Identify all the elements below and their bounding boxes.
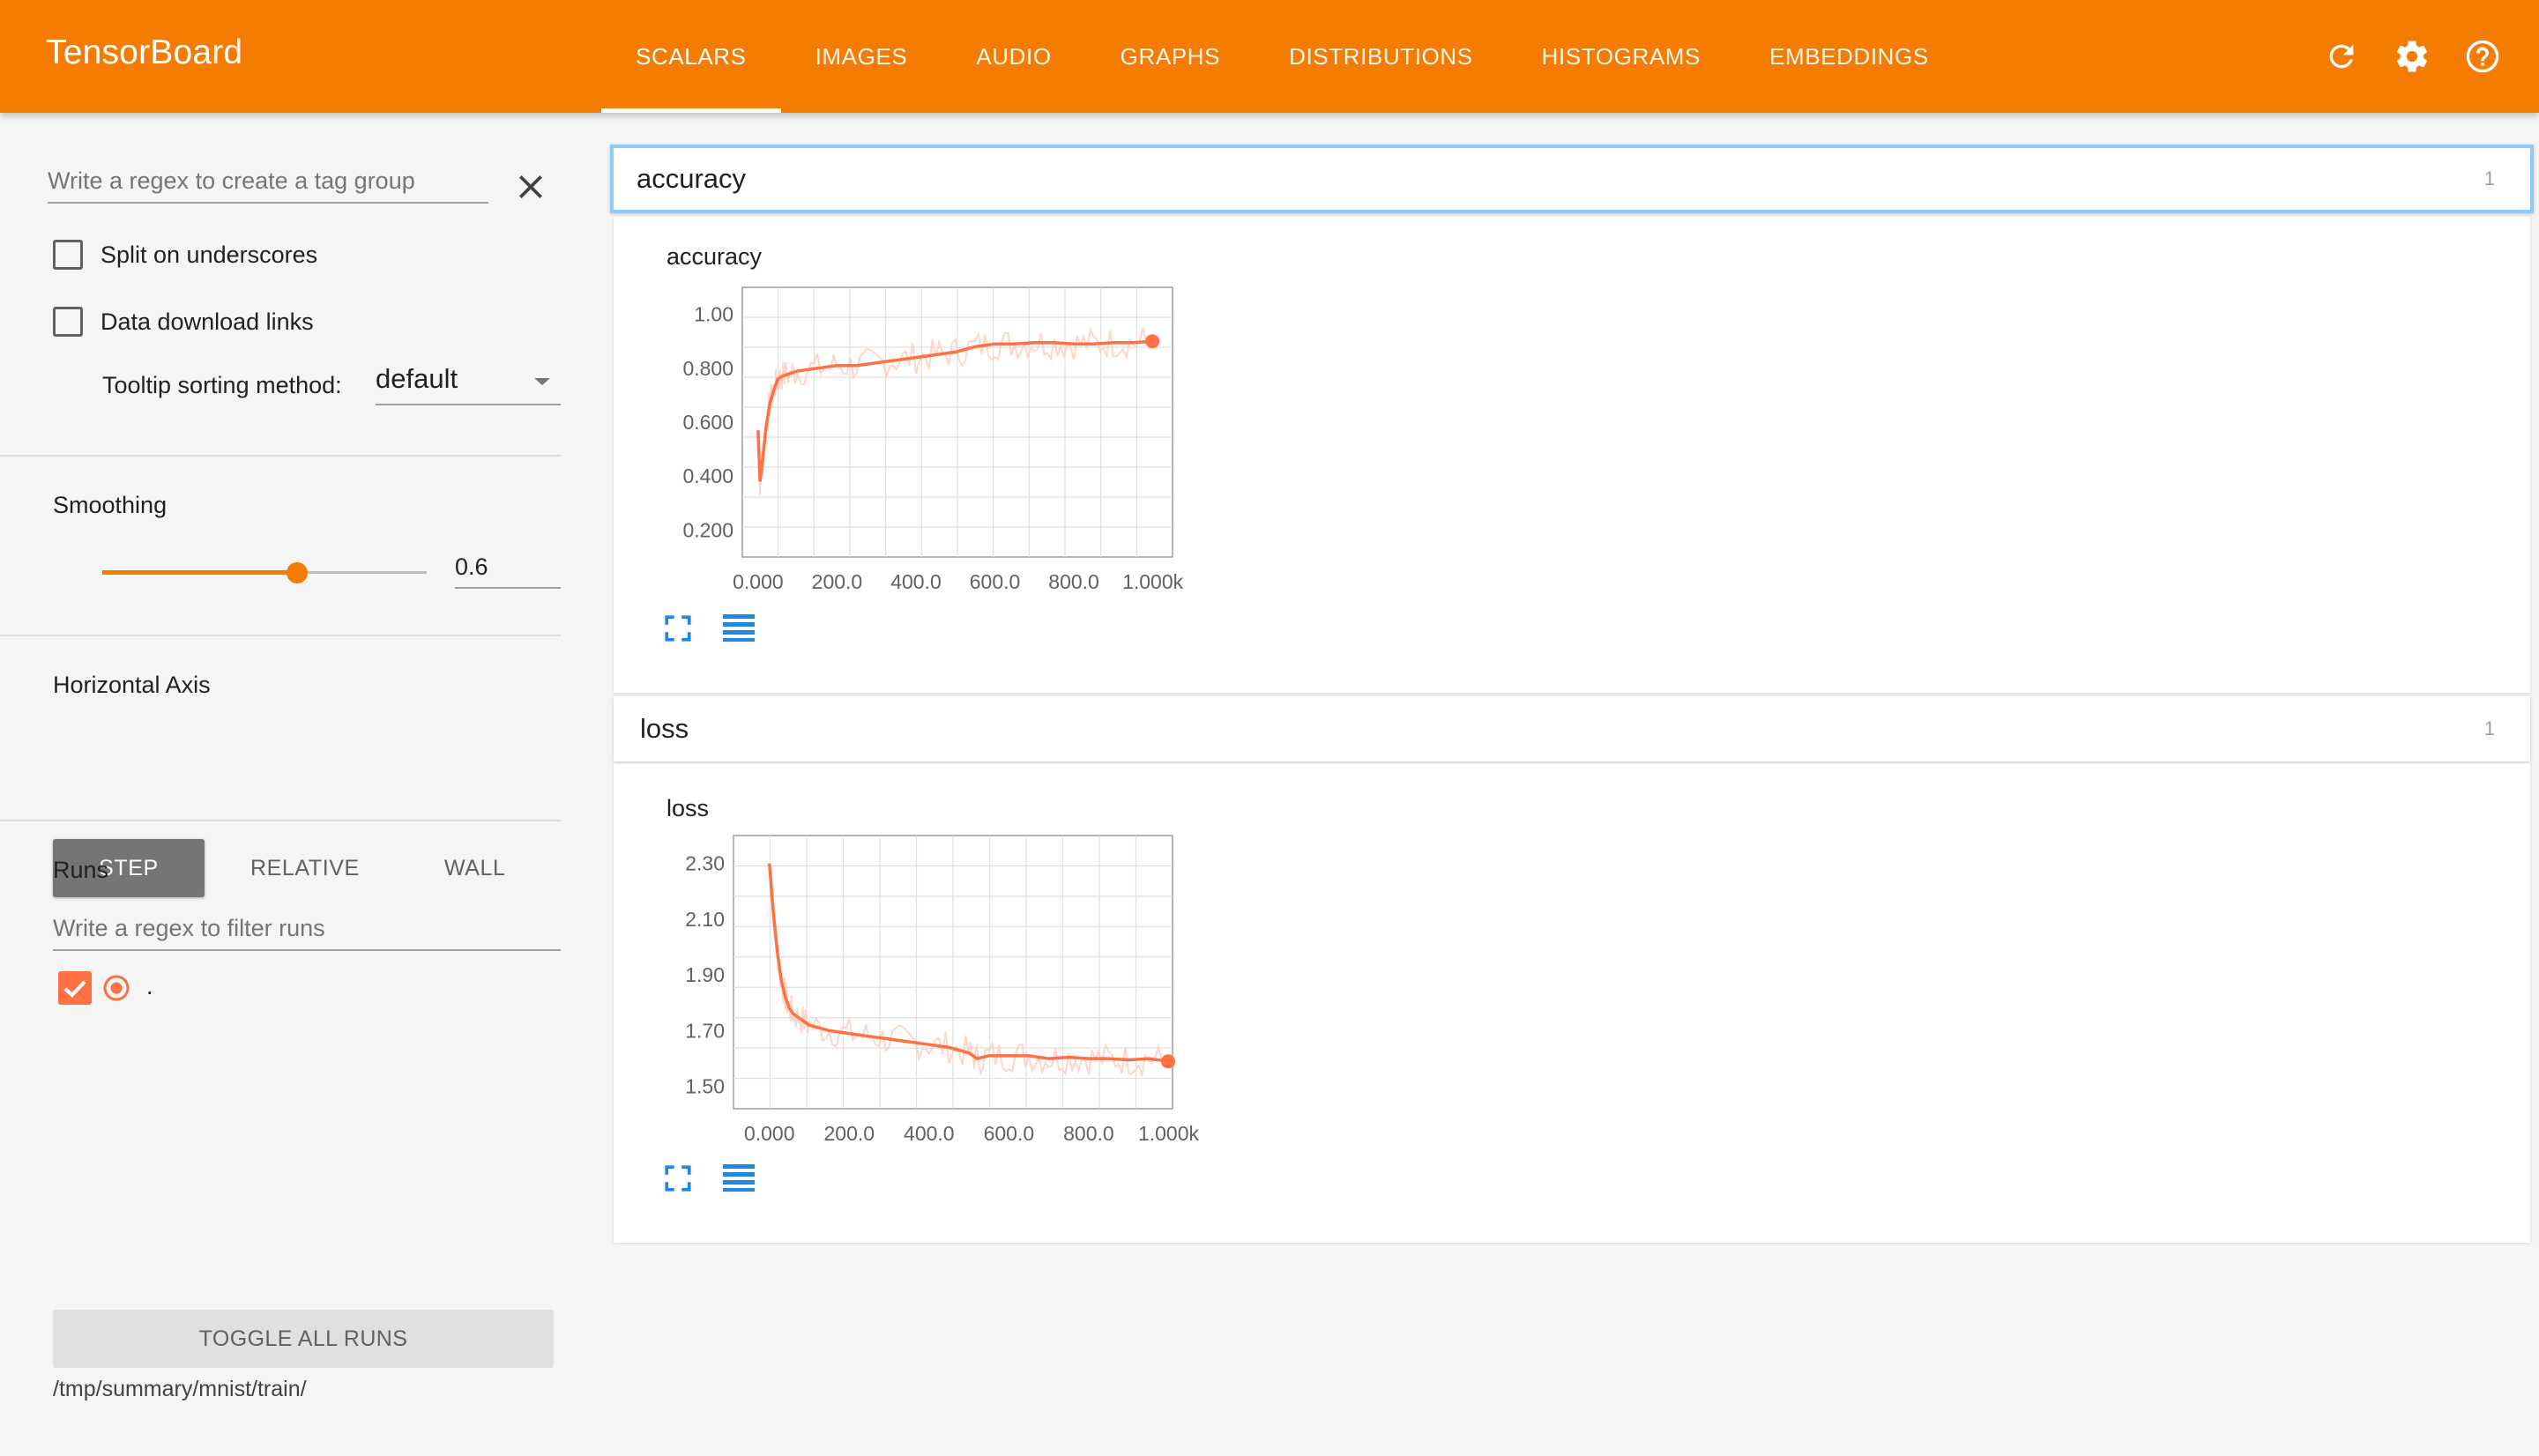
tag-group-regex-input[interactable]: Write a regex to create a tag group (48, 167, 488, 204)
x-tick-label: 600.0 (970, 570, 1021, 593)
app-title: TensorBoard (46, 33, 243, 71)
loss-line-chart[interactable]: 2.30 2.10 1.90 1.70 1.50 0.000 200.0 400.0 600.0… (614, 820, 1231, 1155)
y-tick-label: 2.10 (685, 908, 725, 931)
dashboard-tabs: SCALARS IMAGES AUDIO GRAPHS DISTRIBUTION… (601, 0, 1963, 113)
smoothing-label: Smoothing (53, 492, 168, 518)
divider (0, 820, 561, 821)
x-tick-label: 600.0 (984, 1122, 1035, 1145)
x-tick-label: 1.000k (1138, 1122, 1200, 1145)
y-tick-label: 1.50 (685, 1075, 725, 1098)
fullscreen-icon[interactable] (663, 613, 693, 643)
x-tick-label: 1.000k (1122, 570, 1184, 593)
x-tick-label: 400.0 (890, 570, 942, 593)
sidebar: Write a regex to create a tag group Spli… (0, 113, 561, 1456)
split-underscores-checkbox[interactable] (53, 240, 83, 270)
group-name: accuracy (637, 163, 747, 194)
logdir-path: /tmp/summary/mnist/train/ (53, 1377, 307, 1401)
tab-audio[interactable]: AUDIO (942, 0, 1085, 113)
run-radio[interactable] (102, 974, 130, 1002)
tab-distributions[interactable]: DISTRIBUTIONS (1255, 0, 1508, 113)
tab-images[interactable]: IMAGES (781, 0, 942, 113)
y-tick-label: 1.70 (685, 1019, 725, 1042)
download-links-checkbox-row[interactable]: Data download links (53, 307, 314, 337)
download-links-label: Data download links (101, 308, 314, 335)
top-app-bar: TensorBoard SCALARS IMAGES AUDIO GRAPHS … (0, 0, 2539, 113)
wall-button[interactable]: WALL (444, 839, 506, 897)
y-tick-label: 0.600 (682, 411, 733, 434)
accuracy-line-chart[interactable]: 1.00 0.800 0.600 0.400 0.200 0.000 200.0 400.0 6… (614, 270, 1231, 605)
tooltip-sort-label: Tooltip sorting method: (102, 372, 342, 398)
tab-scalars[interactable]: SCALARS (601, 0, 781, 113)
x-tick-label: 400.0 (904, 1122, 955, 1145)
checkmark-icon (63, 980, 86, 998)
group-count: 1 (2483, 717, 2495, 739)
tooltip-sort-value: default (376, 363, 458, 394)
smoothing-value-input[interactable]: 0.6 (455, 548, 561, 589)
x-tick-label: 800.0 (1063, 1122, 1114, 1145)
split-underscores-label: Split on underscores (101, 241, 318, 268)
y-tick-label: 1.90 (685, 963, 725, 986)
tooltip-sort-dropdown[interactable]: default (376, 363, 561, 405)
refresh-icon[interactable] (2320, 35, 2363, 78)
chart-title: loss (666, 795, 710, 821)
x-tick-label: 800.0 (1048, 570, 1099, 593)
horizontal-axis-label: Horizontal Axis (53, 672, 211, 698)
loss-chart-card: loss 2.30 2.10 1.90 1.70 1.50 0.000 200.0 400.0… (614, 763, 2530, 1243)
divider (0, 455, 561, 457)
group-name: loss (640, 713, 689, 744)
y-tick-label: 1.00 (694, 303, 733, 326)
run-checkbox[interactable] (58, 971, 92, 1005)
download-links-checkbox[interactable] (53, 307, 83, 337)
run-name: . (146, 973, 153, 999)
x-tick-label: 0.000 (733, 570, 784, 593)
y-tick-label: 0.400 (682, 464, 733, 487)
help-circle-icon[interactable] (2461, 35, 2504, 78)
fullscreen-icon[interactable] (663, 1163, 693, 1193)
smoothed-series-line (756, 339, 1153, 482)
smoothing-slider[interactable] (102, 562, 427, 583)
accuracy-chart-card: accuracy 1.00 0.800 0.600 0.400 0.200 0.000 20… (614, 217, 2530, 693)
data-list-icon[interactable] (721, 1162, 756, 1193)
smoothing-slider-knob[interactable] (286, 562, 308, 583)
y-tick-label: 0.800 (682, 357, 733, 380)
tab-graphs[interactable]: GRAPHS (1086, 0, 1255, 113)
settings-gear-icon[interactable] (2391, 35, 2433, 78)
close-icon[interactable] (513, 169, 548, 204)
raw-series-line (768, 863, 1166, 1078)
group-header-accuracy[interactable]: accuracy 1 (610, 145, 2534, 213)
data-list-icon[interactable] (721, 612, 756, 643)
group-header-loss[interactable]: loss 1 (614, 696, 2530, 761)
chevron-down-icon (534, 378, 550, 385)
smoothed-series-line (767, 863, 1169, 1063)
chart-title: accuracy (666, 243, 763, 270)
last-value-point (1161, 1054, 1176, 1069)
toggle-all-runs-button[interactable]: TOGGLE ALL RUNS (53, 1310, 554, 1368)
tab-embeddings[interactable]: EMBEDDINGS (1735, 0, 1963, 113)
x-tick-label: 0.000 (744, 1122, 795, 1145)
run-filter-input[interactable]: Write a regex to filter runs (53, 915, 561, 951)
runs-label: Runs (53, 857, 109, 883)
x-tick-label: 200.0 (812, 570, 863, 593)
x-tick-label: 200.0 (824, 1122, 875, 1145)
relative-button[interactable]: RELATIVE (250, 839, 360, 897)
y-tick-label: 2.30 (685, 852, 725, 875)
split-underscores-checkbox-row[interactable]: Split on underscores (53, 240, 317, 270)
divider (0, 635, 561, 636)
y-tick-label: 0.200 (682, 518, 733, 541)
tab-histograms[interactable]: HISTOGRAMS (1508, 0, 1735, 113)
last-value-point (1145, 334, 1160, 349)
group-count: 1 (2483, 167, 2495, 189)
